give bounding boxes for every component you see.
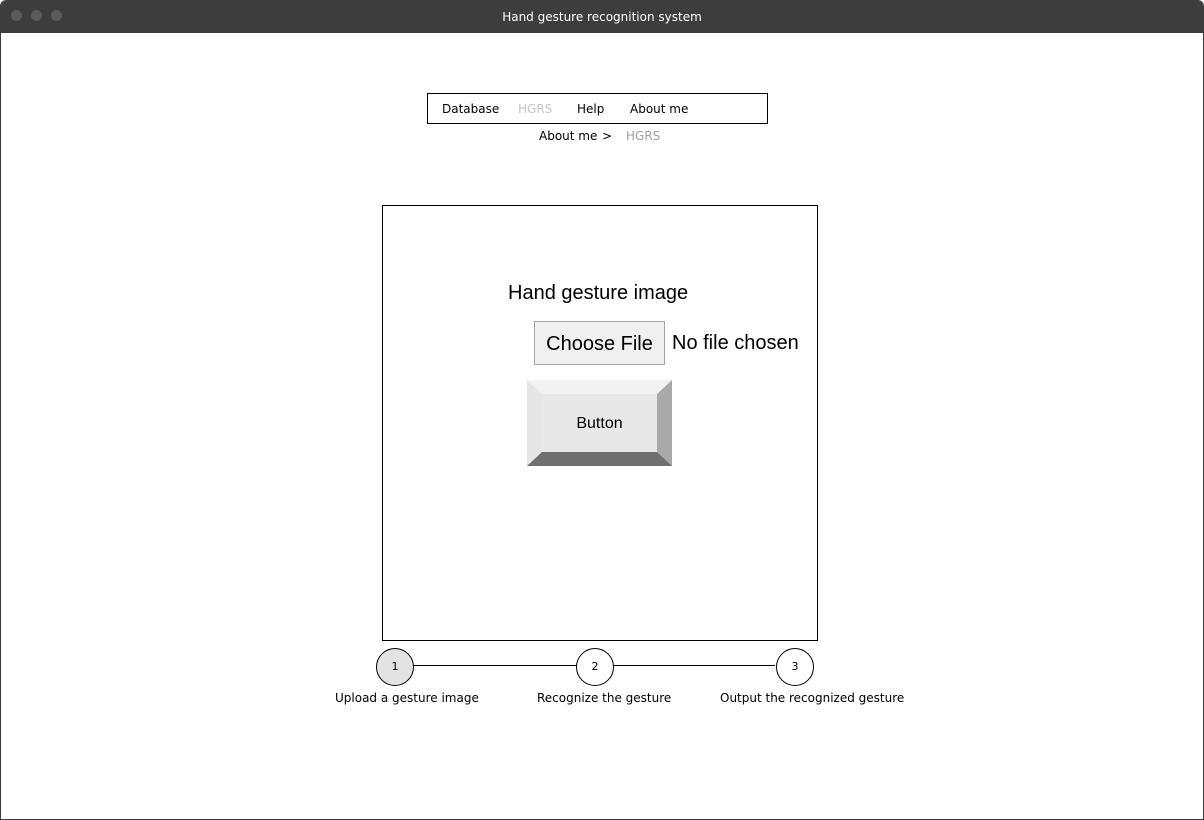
step-1-indicator: 1 <box>376 648 414 686</box>
window-title: Hand gesture recognition system <box>502 10 702 24</box>
close-window-button[interactable] <box>11 10 22 21</box>
step-3-indicator: 3 <box>776 648 814 686</box>
top-menu-bar: Database HGRS Help About me <box>427 93 768 124</box>
submit-button-label: Button <box>576 415 623 432</box>
menu-item-help[interactable]: Help <box>577 102 604 116</box>
step-3-label: Output the recognized gesture <box>720 691 905 705</box>
file-status-text: No file chosen <box>672 332 799 354</box>
breadcrumb-current: HGRS <box>626 129 661 143</box>
title-bar: Hand gesture recognition system <box>1 1 1203 33</box>
submit-button[interactable]: Button <box>527 380 672 466</box>
menu-item-database[interactable]: Database <box>442 102 499 116</box>
minimize-window-button[interactable] <box>31 10 42 21</box>
maximize-window-button[interactable] <box>51 10 62 21</box>
breadcrumb-parent-link[interactable]: About me <box>539 129 597 143</box>
app-window: Hand gesture recognition system Database… <box>0 0 1204 820</box>
choose-file-button[interactable]: Choose File <box>534 321 665 365</box>
menu-item-hgrs[interactable]: HGRS <box>518 102 552 116</box>
menu-item-about-me[interactable]: About me <box>630 102 688 116</box>
step-2-label: Recognize the gesture <box>537 691 672 705</box>
breadcrumb-separator: > <box>602 129 613 143</box>
panel-title: Hand gesture image <box>508 282 689 304</box>
step-2-indicator: 2 <box>576 648 614 686</box>
step-1-label: Upload a gesture image <box>335 691 479 705</box>
